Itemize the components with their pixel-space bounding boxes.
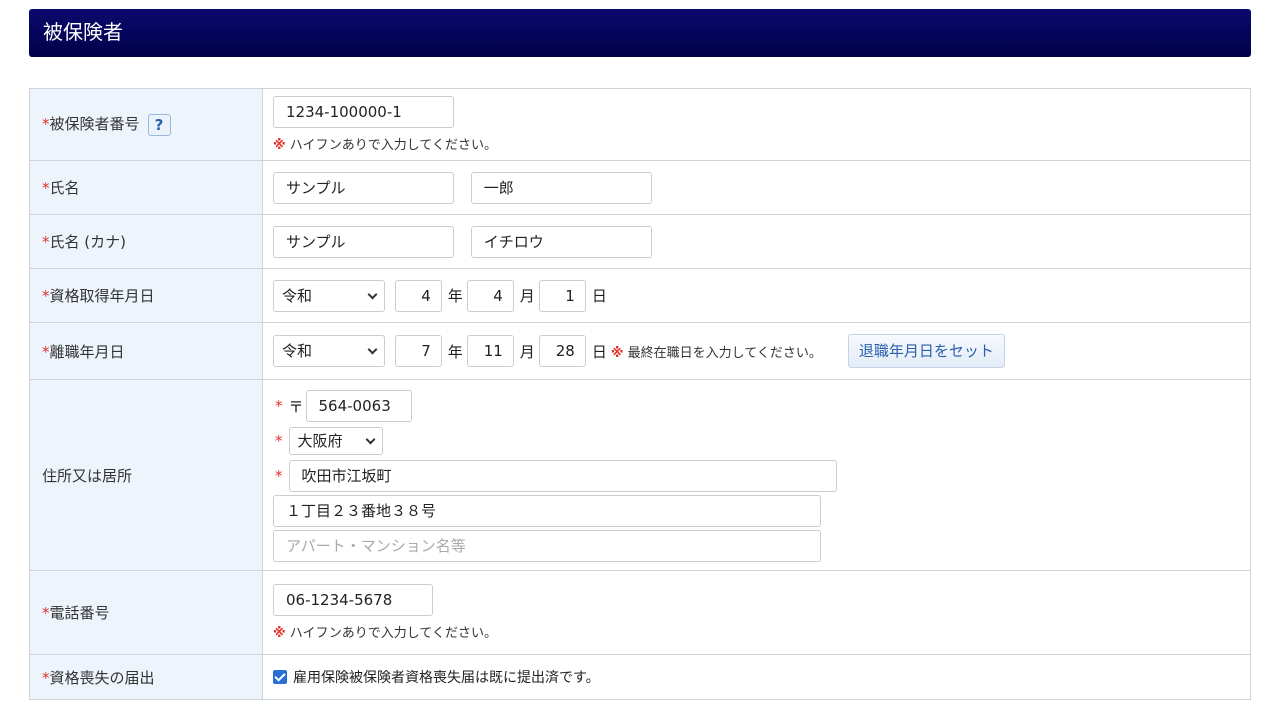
required-mark: * — [42, 287, 50, 305]
value-cell: 1234-100000-1 ※ ハイフンありで入力してください。 — [262, 88, 1251, 161]
first-name-input[interactable]: 一郎 — [470, 171, 652, 204]
label-cell: *氏名 (カナ) — [29, 214, 263, 269]
label-cell: *資格喪失の届出 — [29, 654, 263, 700]
chevron-down-icon — [365, 434, 375, 445]
value-cell: 令和 7 年 11 月 28 日 ※ 最終在職日を入力してください。 退職年月日をセット — [262, 322, 1251, 380]
label-cell: 住所又は居所 — [29, 379, 263, 571]
address-label: 住所又は居所 — [42, 466, 133, 485]
prefecture-select[interactable]: 大阪府 — [288, 427, 383, 455]
phone-label: 電話番号 — [49, 604, 110, 622]
note-mark: ※ — [610, 345, 624, 361]
required-mark: * — [42, 604, 50, 622]
required-mark: * — [42, 115, 50, 134]
year-input[interactable]: 4 — [394, 279, 442, 312]
first-name-kana-input[interactable]: イチロウ — [470, 225, 652, 258]
required-mark: * — [42, 179, 50, 197]
label-cell: *資格取得年月日 — [29, 268, 263, 323]
loss-notice-checkbox-label[interactable]: 雇用保険被保険者資格喪失届は既に提出済です。 — [293, 670, 600, 686]
street-input[interactable]: １丁目２３番地３８号 — [273, 495, 821, 527]
set-resignation-date-button[interactable]: 退職年月日をセット — [847, 334, 1005, 368]
insured-form: *被保険者番号? 1234-100000-1 ※ ハイフンありで入力してください… — [29, 88, 1251, 700]
value-cell: 06-1234-5678 ※ ハイフンありで入力してください。 — [262, 570, 1251, 655]
resignation-date-label: 離職年月日 — [49, 342, 125, 361]
note-mark: ※ — [273, 138, 286, 153]
prefecture-line: * 大阪府 — [273, 424, 1250, 458]
row-name: *氏名 サンプル 一郎 — [29, 160, 1251, 215]
row-loss-notice: *資格喪失の届出 雇用保険被保険者資格喪失届は既に提出済です。 — [29, 654, 1251, 700]
loss-notice-checkbox[interactable] — [273, 670, 287, 684]
required-mark: * — [275, 432, 283, 450]
prefecture-value: 大阪府 — [297, 432, 343, 450]
insured-number-note: ※ ハイフンありで入力してください。 — [273, 134, 1250, 153]
label-cell: *被保険者番号? — [29, 88, 263, 161]
month-input[interactable]: 11 — [466, 335, 514, 367]
postal-symbol: 〒 — [288, 397, 304, 416]
label-cell: *氏名 — [29, 160, 263, 215]
chevron-down-icon — [367, 289, 378, 299]
label-cell: *電話番号 — [29, 570, 263, 655]
year-unit: 年 — [447, 342, 463, 361]
section-title: 被保険者 — [43, 20, 123, 44]
phone-note: ※ ハイフンありで入力してください。 — [273, 622, 1250, 641]
last-name-kana-input[interactable]: サンプル — [273, 225, 454, 258]
postal-code-input[interactable]: 564-0063 — [305, 390, 412, 422]
building-input[interactable]: アパート・マンション名等 — [273, 530, 821, 562]
row-insured-number: *被保険者番号? 1234-100000-1 ※ ハイフンありで入力してください… — [29, 88, 1251, 161]
value-cell: 令和 4年4月1日 — [262, 268, 1251, 323]
required-mark: * — [275, 467, 283, 485]
label-cell: *離職年月日 — [29, 322, 263, 380]
era-value: 令和 — [282, 286, 313, 305]
year-input[interactable]: 7 — [394, 335, 442, 367]
insured-number-label: 被保険者番号 — [49, 115, 140, 134]
city-input[interactable]: 吹田市江坂町 — [288, 460, 837, 492]
era-select[interactable]: 令和 — [273, 335, 385, 367]
month-unit: 月 — [519, 287, 535, 305]
row-phone: *電話番号 06-1234-5678 ※ ハイフンありで入力してください。 — [29, 570, 1251, 655]
acquisition-date-label: 資格取得年月日 — [49, 287, 155, 305]
loss-notice-label: 資格喪失の届出 — [49, 668, 155, 687]
required-mark: * — [42, 668, 50, 687]
value-cell: サンプル イチロウ — [262, 214, 1251, 269]
name-kana-label: 氏名 (カナ) — [49, 233, 126, 251]
insured-number-input[interactable]: 1234-100000-1 — [273, 96, 454, 128]
month-unit: 月 — [519, 342, 535, 361]
phone-input[interactable]: 06-1234-5678 — [273, 584, 433, 616]
row-acquisition-date: *資格取得年月日 令和 4年4月1日 — [29, 268, 1251, 323]
row-address: 住所又は居所 * 〒 564-0063 * 大阪府 * 吹田市江坂町 １丁目２３番地３８… — [29, 379, 1251, 571]
section-header: 被保険者 — [29, 9, 1251, 57]
required-mark: * — [42, 233, 50, 251]
city-line: * 吹田市江坂町 — [273, 458, 1250, 494]
day-input[interactable]: 28 — [538, 335, 586, 367]
required-mark: * — [42, 342, 50, 361]
value-cell: * 〒 564-0063 * 大阪府 * 吹田市江坂町 １丁目２３番地３８号 アパート・… — [262, 379, 1251, 571]
month-input[interactable]: 4 — [466, 279, 514, 312]
name-label: 氏名 — [49, 179, 80, 197]
note-text: 最終在職日を入力してください。 — [627, 345, 822, 361]
resignation-date-note: ※ 最終在職日を入力してください。 — [611, 342, 822, 361]
note-text: ハイフンありで入力してください。 — [289, 626, 498, 641]
note-text: ハイフンありで入力してください。 — [289, 138, 498, 153]
help-icon[interactable]: ? — [147, 113, 171, 136]
row-resignation-date: *離職年月日 令和 7 年 11 月 28 日 ※ 最終在職日を入力してください。 退職年月日… — [29, 322, 1251, 380]
year-unit: 年 — [447, 287, 463, 305]
era-value: 令和 — [282, 342, 313, 360]
row-name-kana: *氏名 (カナ) サンプル イチロウ — [29, 214, 1251, 269]
required-mark: * — [275, 397, 283, 415]
day-input[interactable]: 1 — [538, 279, 586, 312]
last-name-input[interactable]: サンプル — [273, 171, 454, 204]
chevron-down-icon — [367, 344, 378, 355]
value-cell: 雇用保険被保険者資格喪失届は既に提出済です。 — [262, 654, 1251, 700]
postal-line: * 〒 564-0063 — [273, 388, 1250, 424]
note-mark: ※ — [273, 626, 286, 641]
day-unit: 日 — [591, 342, 607, 361]
building-line: アパート・マンション名等 — [273, 528, 1250, 564]
street-line: １丁目２３番地３８号 — [273, 494, 1250, 528]
value-cell: サンプル 一郎 — [262, 160, 1251, 215]
era-select[interactable]: 令和 — [273, 279, 385, 312]
day-unit: 日 — [591, 287, 607, 305]
